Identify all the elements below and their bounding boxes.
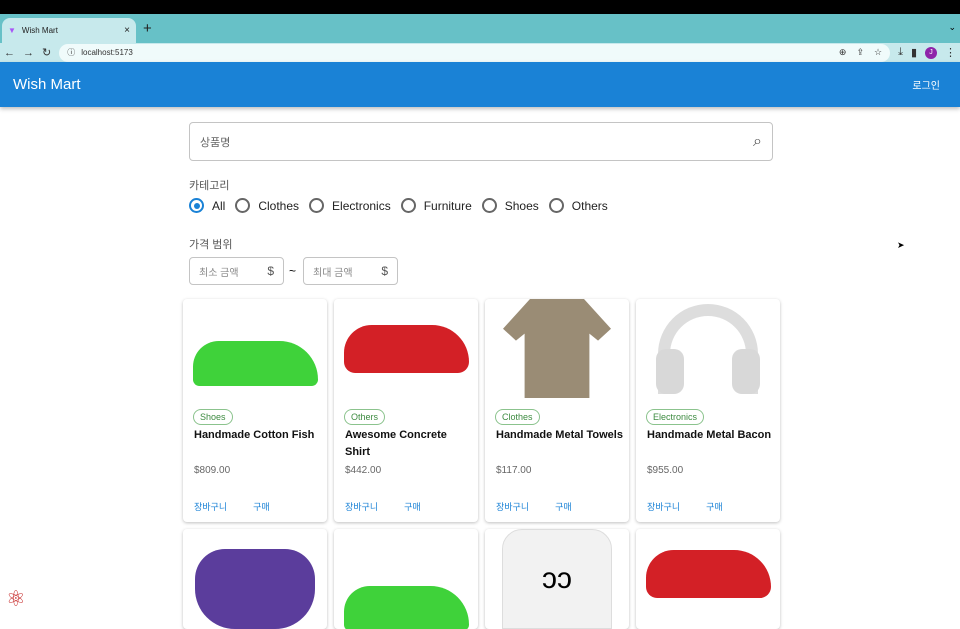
- radio-label: Clothes: [258, 198, 300, 213]
- product-image-headphones[interactable]: [636, 299, 780, 398]
- radio-all[interactable]: All: [189, 198, 225, 213]
- app-header: Wish Mart 로그인: [0, 62, 960, 107]
- product-card[interactable]: [636, 529, 780, 629]
- share-icon[interactable]: ⇪: [856, 47, 864, 58]
- menu-icon[interactable]: ⋮: [945, 46, 956, 59]
- vite-favicon-icon: ▼: [8, 26, 16, 35]
- mouse-cursor-icon: ➤: [897, 240, 905, 250]
- product-price: $117.00: [496, 465, 532, 476]
- buy-button[interactable]: 구매: [404, 500, 421, 513]
- product-image-game-controller[interactable]: [183, 529, 327, 629]
- radio-others[interactable]: Others: [548, 198, 608, 213]
- url-input[interactable]: ⓘ localhost:5173 ⊕ ⇪ ☆: [59, 43, 891, 62]
- product-card[interactable]: [183, 529, 327, 629]
- radio-icon: [548, 198, 564, 213]
- radio-icon: [481, 198, 497, 213]
- os-top-bar: [0, 0, 960, 14]
- profile-avatar[interactable]: J: [925, 46, 937, 59]
- radio-clothes[interactable]: Clothes: [235, 198, 299, 213]
- react-devtools-icon[interactable]: ⚛: [6, 586, 26, 612]
- buy-button[interactable]: 구매: [706, 500, 723, 513]
- add-to-cart-button[interactable]: 장바구니: [496, 500, 529, 513]
- radio-shoes[interactable]: Shoes: [481, 198, 539, 213]
- radio-icon: [235, 198, 251, 213]
- dollar-adornment: $: [381, 264, 388, 278]
- address-bar-row: ← → ↻ ⓘ localhost:5173 ⊕ ⇪ ☆ ⤓ ▮ J ⋮: [0, 43, 960, 62]
- product-card[interactable]: Clothes Handmade Metal Towels $117.00 장바…: [485, 299, 629, 522]
- add-to-cart-button[interactable]: 장바구니: [345, 500, 378, 513]
- product-name: Handmade Metal Towels: [496, 429, 623, 441]
- product-card[interactable]: Shoes Handmade Cotton Fish $809.00 장바구니 구…: [183, 299, 327, 522]
- price-range-label: 가격 범위: [189, 239, 233, 251]
- product-name: Handmade Cotton Fish: [194, 429, 315, 441]
- radio-checked-icon: [189, 198, 204, 213]
- dollar-adornment: $: [267, 264, 274, 278]
- category-chip: Others: [344, 409, 386, 425]
- info-icon: ⓘ: [67, 48, 76, 57]
- login-button[interactable]: 로그인: [912, 77, 940, 92]
- reload-icon[interactable]: ↻: [42, 46, 51, 59]
- radio-label: Shoes: [504, 198, 539, 213]
- radio-label: Furniture: [423, 198, 472, 213]
- back-icon[interactable]: ←: [4, 47, 15, 59]
- forward-icon[interactable]: →: [23, 47, 34, 59]
- product-image-green-sneaker[interactable]: [334, 529, 478, 629]
- browser-tab-strip: ▼ Wish Mart × + ⌄: [0, 14, 960, 43]
- tab-list-chevron-icon[interactable]: ⌄: [948, 22, 956, 33]
- radio-electronics[interactable]: Electronics: [309, 198, 391, 213]
- product-price: $955.00: [647, 465, 684, 476]
- product-card[interactable]: ↄↄ: [485, 529, 629, 629]
- radio-icon: [400, 198, 416, 213]
- min-price-placeholder: 최소 금액: [199, 267, 239, 279]
- buy-button[interactable]: 구매: [253, 500, 270, 513]
- category-label: 카테고리: [189, 180, 230, 192]
- sidebar-icon[interactable]: ▮: [911, 46, 917, 59]
- product-card[interactable]: Others Awesome Concrete Shirt $442.00 장바…: [334, 299, 478, 522]
- range-separator: ~: [289, 264, 297, 278]
- bookmark-star-icon[interactable]: ☆: [874, 47, 882, 58]
- add-to-cart-button[interactable]: 장바구니: [647, 500, 680, 513]
- add-to-cart-button[interactable]: 장바구니: [194, 500, 227, 513]
- search-placeholder: 상품명: [200, 136, 231, 149]
- radio-furniture[interactable]: Furniture: [400, 198, 472, 213]
- product-image-tan-tshirt[interactable]: [485, 299, 629, 398]
- category-chip: Electronics: [646, 409, 705, 425]
- product-image-chanel-sweatshirt[interactable]: ↄↄ: [485, 529, 629, 629]
- search-icon[interactable]: ⌕: [753, 133, 762, 151]
- product-price: $442.00: [345, 465, 382, 476]
- category-chip: Shoes: [193, 409, 233, 425]
- product-grid-row-2: ↄↄ: [183, 529, 780, 629]
- buy-button[interactable]: 구매: [555, 500, 572, 513]
- radio-label: Electronics: [332, 198, 391, 213]
- radio-icon: [309, 198, 325, 213]
- app-title[interactable]: Wish Mart: [13, 76, 81, 93]
- product-card[interactable]: Electronics Handmade Metal Bacon $955.00…: [636, 299, 780, 522]
- product-image-red-car[interactable]: [636, 529, 780, 628]
- zoom-icon[interactable]: ⊕: [839, 47, 847, 58]
- product-name: Awesome Concrete Shirt: [345, 429, 447, 458]
- product-search-input[interactable]: 상품명 ⌕: [189, 122, 773, 161]
- max-price-placeholder: 최대 금액: [313, 267, 353, 279]
- product-price: $809.00: [194, 465, 231, 476]
- download-icon[interactable]: ⤓: [898, 46, 903, 59]
- browser-tab[interactable]: ▼ Wish Mart ×: [2, 18, 136, 43]
- product-card[interactable]: [334, 529, 478, 629]
- category-chip: Clothes: [495, 409, 540, 425]
- min-price-input[interactable]: 최소 금액 $: [189, 257, 284, 285]
- max-price-input[interactable]: 최대 금액 $: [303, 257, 398, 285]
- product-image-red-car[interactable]: [334, 299, 478, 398]
- tab-title: Wish Mart: [21, 26, 58, 35]
- product-image-green-sneaker[interactable]: [183, 299, 327, 398]
- radio-label: Others: [571, 198, 608, 213]
- category-radio-group: All Clothes Electronics Furniture Shoes …: [189, 198, 608, 213]
- product-name: Handmade Metal Bacon: [647, 429, 772, 441]
- close-tab-icon[interactable]: ×: [124, 25, 130, 36]
- new-tab-button[interactable]: +: [143, 20, 152, 37]
- url-text: localhost:5173: [81, 48, 133, 57]
- product-grid: Shoes Handmade Cotton Fish $809.00 장바구니 구…: [183, 299, 780, 522]
- radio-label: All: [212, 198, 226, 213]
